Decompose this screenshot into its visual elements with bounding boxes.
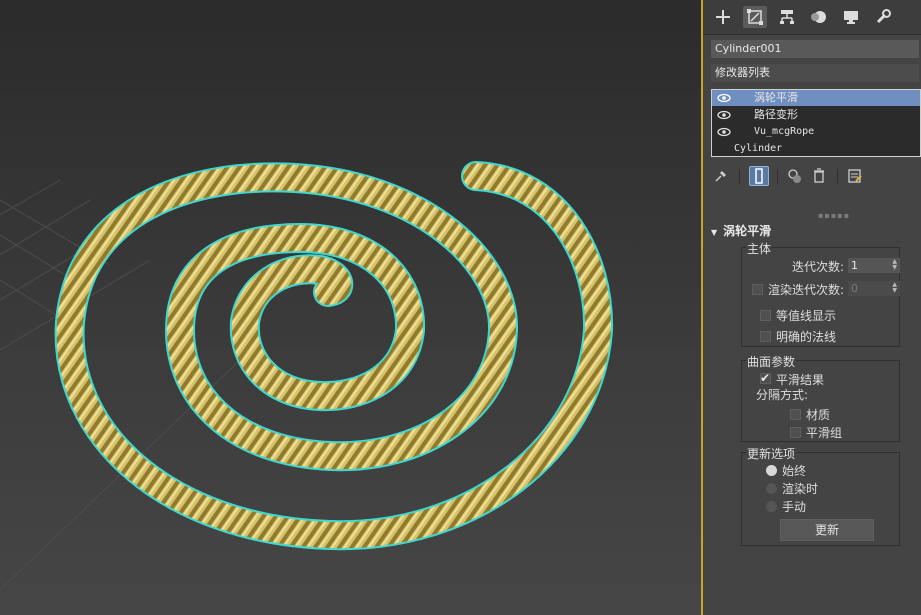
utilities-tab[interactable] (871, 6, 895, 28)
stack-item-turbosmooth[interactable]: 涡轮平滑 (712, 90, 920, 106)
hierarchy-tab[interactable] (775, 6, 799, 28)
eye-icon[interactable] (717, 110, 731, 120)
rollout-collapse-icon: ▼ (711, 228, 718, 237)
surface-parameters-group: 曲面参数 ✔ 平滑结果 分隔方式: 材质 平滑组 (741, 353, 900, 442)
rope-spiral[interactable] (54, 161, 614, 551)
checkmark-icon: ✔ (760, 371, 771, 385)
stack-toolbar (711, 166, 921, 188)
command-panel: Cylinder001 修改器列表 涡轮平滑 路径变形 Vu_mcgRope C… (703, 0, 921, 615)
modifier-list-dropdown[interactable]: 修改器列表 (711, 64, 919, 82)
isoline-display-label: 等值线显示 (776, 309, 837, 323)
object-name-field[interactable]: Cylinder001 (711, 40, 919, 58)
modify-tab[interactable] (743, 6, 767, 28)
hierarchy-icon (780, 10, 794, 24)
stack-item-path-deform[interactable]: 路径变形 (712, 107, 920, 123)
update-manually-radio[interactable] (766, 501, 777, 512)
separate-smoothing-groups-checkbox[interactable] (790, 427, 801, 438)
create-icon (716, 10, 730, 24)
render-iterations-label: 渲染迭代次数: (768, 283, 845, 297)
remove-modifier-button[interactable] (809, 166, 829, 186)
spinner-arrows-icon[interactable]: ▲ ▼ (892, 282, 897, 294)
isoline-display-checkbox[interactable] (760, 310, 771, 321)
separate-materials-checkbox[interactable] (790, 409, 801, 420)
motion-icon (811, 11, 826, 23)
stack-item-label: 路径变形 (754, 108, 798, 121)
display-icon (844, 11, 858, 24)
update-when-rendering-radio[interactable] (766, 483, 777, 494)
perspective-viewport[interactable] (0, 0, 703, 615)
show-end-result-icon (755, 168, 763, 184)
remove-modifier-icon (814, 168, 824, 183)
stack-item-label: Vu_mcgRope (754, 126, 815, 137)
render-iterations-spinner[interactable]: 0 ▲ ▼ (848, 281, 900, 296)
separate-smoothing-groups-label: 平滑组 (806, 426, 843, 440)
configure-modifier-sets-button[interactable] (845, 166, 865, 186)
update-always-radio[interactable] (766, 465, 777, 476)
show-end-result-button[interactable] (749, 166, 769, 186)
update-manually-label: 手动 (782, 500, 807, 514)
eye-icon[interactable] (717, 127, 731, 137)
update-options-group: 更新选项 始终 渲染时 手动 更新 (741, 445, 900, 546)
main-group: 主体 迭代次数: 1 ▲ ▼ 渲染迭代次数: 0 ▲ ▼ 等值线显示 明确的法线 (741, 240, 900, 347)
utilities-icon (876, 9, 891, 24)
update-button[interactable]: 更新 (780, 519, 874, 541)
modify-icon (747, 9, 763, 25)
eye-icon[interactable] (717, 93, 731, 103)
rollout-header-turbosmooth[interactable]: ▼ 涡轮平滑 (711, 222, 771, 239)
explicit-normals-checkbox[interactable] (760, 331, 771, 342)
panel-splitter[interactable]: ▪▪▪▪▪ (818, 211, 850, 220)
motion-tab[interactable] (807, 6, 831, 28)
modifier-stack: 涡轮平滑 路径变形 Vu_mcgRope Cylinder (711, 89, 921, 157)
iterations-label: 迭代次数: (792, 260, 845, 274)
update-options-title: 更新选项 (746, 445, 797, 462)
separate-by-label: 分隔方式: (756, 388, 809, 402)
make-unique-icon (788, 169, 801, 183)
create-tab[interactable] (711, 6, 735, 28)
make-unique-button[interactable] (785, 166, 805, 186)
viewport-canvas[interactable] (0, 0, 703, 615)
render-iterations-checkbox[interactable] (752, 284, 763, 295)
spinner-arrows-icon[interactable]: ▲ ▼ (892, 259, 897, 271)
stack-item-label: 涡轮平滑 (754, 91, 798, 104)
rollout-title: 涡轮平滑 (723, 224, 772, 238)
stack-item-vu-mcgrope[interactable]: Vu_mcgRope (712, 124, 920, 140)
command-panel-tabs (703, 0, 921, 35)
separate-materials-label: 材质 (806, 408, 831, 422)
surface-parameters-title: 曲面参数 (746, 353, 797, 370)
update-always-label: 始终 (782, 464, 807, 478)
pin-stack-button[interactable] (711, 166, 731, 186)
stack-item-cylinder[interactable]: Cylinder (712, 141, 920, 157)
update-when-rendering-label: 渲染时 (782, 482, 819, 496)
configure-sets-icon (848, 169, 862, 183)
main-group-title: 主体 (746, 240, 773, 257)
stack-item-label: Cylinder (734, 143, 783, 154)
iterations-value: 1 (851, 259, 858, 272)
render-iterations-value: 0 (851, 282, 858, 295)
pin-icon (715, 171, 726, 182)
iterations-spinner[interactable]: 1 ▲ ▼ (848, 258, 900, 273)
explicit-normals-label: 明确的法线 (776, 330, 837, 344)
display-tab[interactable] (839, 6, 863, 28)
